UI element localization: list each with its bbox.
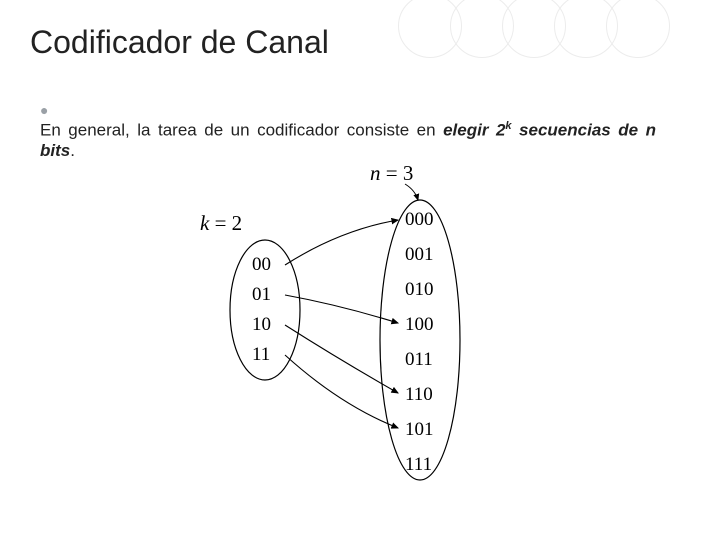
map-arrow-00-000 <box>285 220 398 265</box>
bullet-period: . <box>70 141 75 160</box>
right-seq-0: 000 <box>405 209 434 230</box>
bullet-icon: ● <box>40 102 62 118</box>
bullet-emph-a: elegir 2 <box>443 121 505 140</box>
right-seq-5: 110 <box>405 384 433 405</box>
n-pointer-icon <box>405 184 418 200</box>
encoder-diagram: k = 2 n = 3 00 01 10 11 000 001 010 100 … <box>190 160 530 490</box>
k-label: k = 2 <box>200 211 242 235</box>
right-seq-7: 111 <box>405 454 432 475</box>
decorative-circle <box>606 0 670 58</box>
bullet-item: ● En general, la tarea de un codificador… <box>40 100 680 161</box>
left-seq-0: 00 <box>252 254 271 275</box>
left-seq-3: 11 <box>252 344 270 365</box>
right-seq-4: 011 <box>405 349 433 370</box>
map-arrow-10-110 <box>285 325 398 393</box>
left-seq-2: 10 <box>252 314 271 335</box>
right-seq-3: 100 <box>405 314 434 335</box>
bullet-text: En general, la tarea de un codificador c… <box>40 120 656 161</box>
n-label: n = 3 <box>370 161 413 185</box>
right-seq-1: 001 <box>405 244 434 265</box>
right-seq-2: 010 <box>405 279 434 300</box>
left-seq-1: 01 <box>252 284 271 305</box>
bullet-pretext: En general, la tarea de un codificador c… <box>40 121 443 140</box>
right-seq-6: 101 <box>405 419 434 440</box>
slide-title: Codificador de Canal <box>30 24 329 61</box>
